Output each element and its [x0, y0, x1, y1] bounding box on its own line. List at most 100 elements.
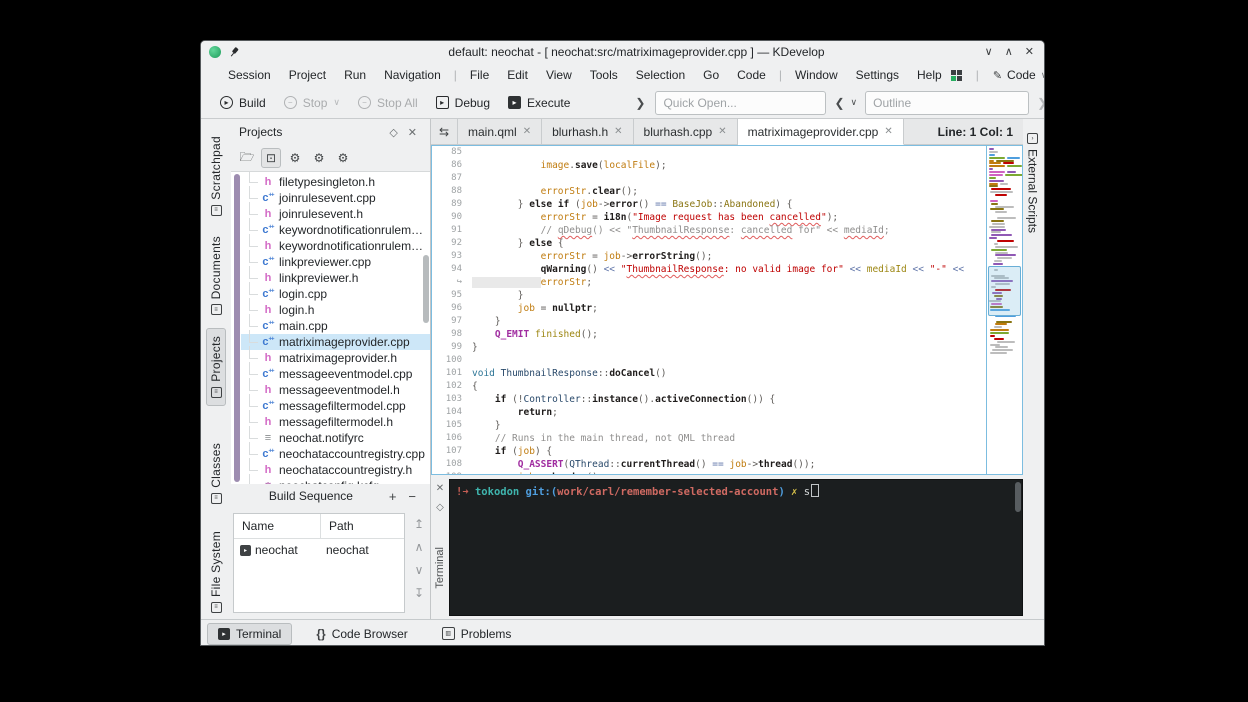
- execute-button[interactable]: ▸ Execute: [499, 91, 579, 115]
- tree-item[interactable]: c++messageeventmodel.cpp: [241, 366, 430, 382]
- editor-tab-blurhash.cpp[interactable]: blurhash.cpp✕: [634, 119, 738, 144]
- close-icon[interactable]: ✕: [403, 126, 422, 139]
- menu-file[interactable]: File: [461, 65, 498, 85]
- minimize-icon[interactable]: ∨: [985, 47, 993, 58]
- tree-item[interactable]: hmessagefiltermodel.h: [241, 414, 430, 430]
- next-icon[interactable]: ❯: [1029, 96, 1045, 110]
- toolview-button-problems[interactable]: ▥Problems: [432, 624, 522, 644]
- code-line: ↪ errorStr;: [432, 276, 986, 289]
- dock-tab-projects[interactable]: Projects≡: [206, 328, 226, 406]
- close-icon[interactable]: ✕: [1025, 47, 1034, 58]
- menu-navigation[interactable]: Navigation: [375, 65, 450, 85]
- close-tab-icon[interactable]: ✕: [718, 126, 726, 137]
- menu-go[interactable]: Go: [694, 65, 728, 85]
- add-button[interactable]: +: [383, 489, 403, 504]
- expand-toolbar-icon[interactable]: ❯: [627, 96, 653, 110]
- terminal-screen[interactable]: !➜ tokodon git:(work/carl/remember-selec…: [449, 479, 1023, 616]
- dock-tab-scratchpad[interactable]: Scratchpad≡: [207, 129, 225, 223]
- build-sequence-panel: Build Sequence + − Name Path ▸neochatneo…: [231, 483, 430, 619]
- close-tab-icon[interactable]: ✕: [614, 126, 622, 137]
- documents-icon: ≡: [211, 304, 222, 315]
- projects-icon: ≡: [211, 387, 222, 398]
- move-up-icon[interactable]: ∧: [415, 540, 424, 554]
- tree-item[interactable]: hlogin.h: [241, 302, 430, 318]
- tree-item[interactable]: c++neochataccountregistry.cpp: [241, 446, 430, 462]
- close-tab-icon[interactable]: ✕: [523, 126, 531, 137]
- outline-input[interactable]: [865, 91, 1029, 115]
- column-header-path[interactable]: Path: [321, 519, 354, 533]
- maximize-icon[interactable]: ∧: [1005, 47, 1013, 58]
- toolview-button-terminal[interactable]: ▸Terminal: [207, 623, 292, 645]
- menu-run[interactable]: Run: [335, 65, 375, 85]
- prev-icon[interactable]: ❮: [826, 96, 846, 110]
- dock-tab-documents[interactable]: Documents≡: [207, 229, 225, 322]
- stop-button[interactable]: − Stop∨: [275, 91, 349, 115]
- gear-sync-icon[interactable]: ⚙: [309, 148, 329, 168]
- code-line: 94 qWarning() << "ThumbnailResponse: no …: [432, 263, 986, 276]
- tree-item[interactable]: hmessageeventmodel.h: [241, 382, 430, 398]
- menu-code[interactable]: Code: [728, 65, 775, 85]
- close-icon[interactable]: ✕: [436, 483, 444, 494]
- code-editor[interactable]: 8586 image.save(localFile);8788 errorStr…: [431, 145, 1023, 475]
- dock-tab-external-scripts[interactable]: ›External Scripts: [1024, 127, 1042, 239]
- tree-item[interactable]: hmatriximageprovider.h: [241, 350, 430, 366]
- tree-item[interactable]: hneochataccountregistry.h: [241, 462, 430, 478]
- editor-tab-main.qml[interactable]: main.qml✕: [457, 119, 542, 144]
- dock-tab-file-system[interactable]: File System≡: [207, 524, 225, 620]
- gear-icon[interactable]: ⚙: [285, 148, 305, 168]
- code-line: 91 // qDebug() << "ThumbnailResponse: ca…: [432, 224, 986, 237]
- stop-all-button[interactable]: − Stop All: [349, 91, 427, 115]
- menu-edit[interactable]: Edit: [498, 65, 537, 85]
- menu-selection[interactable]: Selection: [627, 65, 694, 85]
- document-switcher-icon[interactable]: ⇆: [431, 119, 457, 144]
- editor-tab-blurhash.h[interactable]: blurhash.h✕: [542, 119, 633, 144]
- tree-item[interactable]: ≡neochat.notifyrc: [241, 430, 430, 446]
- editor-tab-matriximageprovider.cpp[interactable]: matriximageprovider.cpp✕: [738, 119, 904, 145]
- working-set-button[interactable]: ✎ Code ∨: [993, 68, 1045, 82]
- pin-icon[interactable]: [227, 45, 241, 59]
- tree-item[interactable]: c++keywordnotificationrulem…: [241, 222, 430, 238]
- tree-item[interactable]: hkeywordnotificationrulem…: [241, 238, 430, 254]
- targets-icon[interactable]: ⊡: [261, 148, 281, 168]
- tree-scrollbar[interactable]: [423, 255, 429, 323]
- tree-item[interactable]: c++messagefiltermodel.cpp: [241, 398, 430, 414]
- move-bottom-icon[interactable]: ↧: [414, 586, 424, 600]
- tree-item[interactable]: c++main.cpp: [241, 318, 430, 334]
- kdevelop-window: default: neochat - [ neochat:src/matrixi…: [200, 40, 1045, 646]
- build-button[interactable]: ▸ Build: [211, 91, 275, 115]
- code-line: 90 errorStr = i18n("Image request has be…: [432, 211, 986, 224]
- tree-item[interactable]: c++login.cpp: [241, 286, 430, 302]
- menu-settings[interactable]: Settings: [847, 65, 908, 85]
- menu-view[interactable]: View: [537, 65, 581, 85]
- tree-item[interactable]: hlinkpreviewer.h: [241, 270, 430, 286]
- tree-item[interactable]: c++linkpreviewer.cpp: [241, 254, 430, 270]
- tree-item[interactable]: hfiletypesingleton.h: [241, 174, 430, 190]
- quick-open-input[interactable]: [655, 91, 826, 115]
- area-grid-icon[interactable]: [951, 70, 962, 81]
- menu-help[interactable]: Help: [908, 65, 951, 85]
- menu-window[interactable]: Window: [786, 65, 847, 85]
- minimap-viewport[interactable]: [988, 266, 1021, 317]
- column-header-name[interactable]: Name: [234, 514, 321, 538]
- left-dock-tabbar: Scratchpad≡ Documents≡ Projects≡ Classes≡ Fi…: [201, 119, 231, 619]
- menu-tools[interactable]: Tools: [581, 65, 627, 85]
- tree-item[interactable]: c++joinrulesevent.cpp: [241, 190, 430, 206]
- move-down-icon[interactable]: ∨: [415, 563, 424, 577]
- float-icon[interactable]: ◇: [436, 502, 444, 513]
- tree-item[interactable]: c++matriximageprovider.cpp: [241, 334, 430, 350]
- debug-button[interactable]: ▸ Debug: [427, 91, 499, 115]
- float-icon[interactable]: ◇: [384, 126, 402, 139]
- menu-session[interactable]: Session: [219, 65, 280, 85]
- folder-dropdown-icon[interactable]: 🗁: [237, 148, 257, 168]
- remove-button[interactable]: −: [402, 489, 422, 504]
- tree-item[interactable]: hjoinrulesevent.h: [241, 206, 430, 222]
- toolview-button-code-browser[interactable]: {}Code Browser: [306, 624, 417, 644]
- move-top-icon[interactable]: ↥: [414, 517, 424, 531]
- menu-project[interactable]: Project: [280, 65, 335, 85]
- build-sequence-row[interactable]: ▸neochatneochat: [234, 539, 404, 561]
- close-tab-icon[interactable]: ✕: [884, 126, 892, 137]
- dock-tab-classes[interactable]: Classes≡: [207, 436, 225, 511]
- chevron-down-icon[interactable]: ∨: [847, 97, 866, 108]
- gear-build-icon[interactable]: ⚙: [333, 148, 353, 168]
- editor-minimap[interactable]: [986, 146, 1022, 474]
